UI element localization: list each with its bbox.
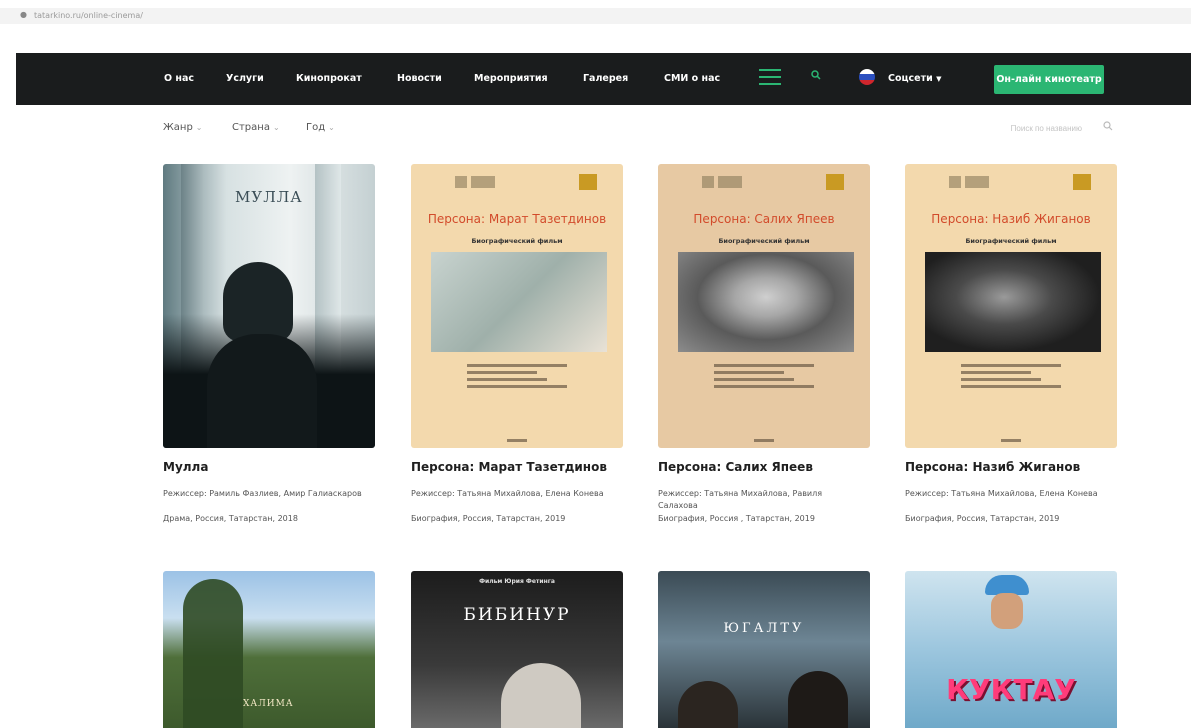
chevron-down-icon: ⌄ <box>272 123 280 132</box>
genre-label: Жанр <box>163 122 193 133</box>
poster-credits <box>961 364 1061 392</box>
chevron-down-icon: ▼ <box>936 75 942 83</box>
poster-title: МУЛЛА <box>235 188 303 206</box>
year-label: Год <box>306 122 326 133</box>
poster-year <box>754 439 774 442</box>
film-poster[interactable]: Персона: Назиб Жиганов Биографический фи… <box>905 164 1117 448</box>
poster-photo <box>925 252 1101 352</box>
film-meta: Драма, Россия, Татарстан, 2018 <box>163 514 298 523</box>
poster-year <box>507 439 527 442</box>
main-navigation: О нас Услуги Кинопрокат Новости Мероприя… <box>16 53 1191 105</box>
film-title[interactable]: Персона: Салих Япеев <box>658 460 813 474</box>
language-flag-icon[interactable] <box>859 69 875 85</box>
nav-item-distribution[interactable]: Кинопрокат <box>296 73 362 84</box>
studio-logo-icon <box>455 176 495 188</box>
film-director: Режиссер: Татьяна Михайлова, Елена Конев… <box>411 489 604 498</box>
search-icon[interactable] <box>811 70 821 80</box>
search-icon[interactable] <box>1103 121 1113 131</box>
film-title[interactable]: Мулла <box>163 460 208 474</box>
film-poster[interactable]: ХАЛИМА <box>163 571 375 728</box>
chevron-down-icon: ⌄ <box>328 123 335 132</box>
film-meta: Биография, Россия, Татарстан, 2019 <box>411 514 566 523</box>
film-poster[interactable]: МУЛЛА <box>163 164 375 448</box>
nav-item-events[interactable]: Мероприятия <box>474 73 548 84</box>
film-director: Режиссер: Рамиль Фазлиев, Амир Галиаскар… <box>163 489 362 498</box>
poster-photo <box>431 252 607 352</box>
poster-title: КУКТАУ <box>946 673 1076 706</box>
socials-label: Соцсети <box>888 73 933 84</box>
poster-subtitle: Биографический фильм <box>718 237 810 245</box>
tatarkino-logo-icon <box>579 174 597 190</box>
country-label: Страна <box>232 122 270 133</box>
nav-item-services[interactable]: Услуги <box>226 73 264 84</box>
address-bar[interactable] <box>0 8 1191 24</box>
year-filter[interactable]: Год ⌄ <box>306 122 335 133</box>
address-url[interactable]: tatarkino.ru/online-cinema/ <box>34 11 143 20</box>
hamburger-menu-icon[interactable] <box>759 69 781 85</box>
studio-logo-icon <box>702 176 742 188</box>
tatarkino-logo-icon <box>826 174 844 190</box>
nav-item-gallery[interactable]: Галерея <box>583 73 628 84</box>
poster-subtitle: Биографический фильм <box>965 237 1057 245</box>
search-input[interactable] <box>960 118 1084 138</box>
film-poster[interactable]: ЮГАЛТУ <box>658 571 870 728</box>
nav-item-about[interactable]: О нас <box>164 73 194 84</box>
socials-dropdown[interactable]: Соцсети ▼ <box>888 73 941 84</box>
poster-title: ХАЛИМА <box>243 699 294 709</box>
film-meta: Биография, Россия, Татарстан, 2019 <box>905 514 1060 523</box>
poster-credits <box>714 364 814 392</box>
film-title[interactable]: Персона: Марат Тазетдинов <box>411 460 607 474</box>
chevron-down-icon: ⌄ <box>195 123 203 132</box>
info-icon[interactable]: ● <box>20 10 30 20</box>
poster-title: Персона: Марат Тазетдинов <box>427 212 607 226</box>
poster-year <box>1001 439 1021 442</box>
nav-item-media[interactable]: СМИ о нас <box>664 73 720 84</box>
film-director: Режиссер: Татьяна Михайлова, Елена Конев… <box>905 489 1098 498</box>
poster-title: ЮГАЛТУ <box>723 621 805 636</box>
country-filter[interactable]: Страна ⌄ <box>232 122 280 133</box>
poster-title: БИБИНУР <box>463 605 571 625</box>
film-poster[interactable]: Фильм Юрия Фетинга БИБИНУР <box>411 571 623 728</box>
poster-top-line: Фильм Юрия Фетинга <box>479 578 555 585</box>
nav-item-news[interactable]: Новости <box>397 73 442 84</box>
poster-title: Персона: Салих Япеев <box>693 212 835 226</box>
poster-title: Персона: Назиб Жиганов <box>931 212 1091 226</box>
film-title[interactable]: Персона: Назиб Жиганов <box>905 460 1080 474</box>
film-poster[interactable]: Персона: Марат Тазетдинов Биографический… <box>411 164 623 448</box>
online-cinema-button[interactable]: Он-лайн кинотеатр <box>994 65 1104 94</box>
film-meta: Биография, Россия , Татарстан, 2019 <box>658 514 815 523</box>
genre-filter[interactable]: Жанр ⌄ <box>163 122 203 133</box>
film-poster[interactable]: Персона: Салих Япеев Биографический филь… <box>658 164 870 448</box>
studio-logo-icon <box>949 176 989 188</box>
film-director: Режиссер: Татьяна Михайлова, Равиля Сала… <box>658 489 823 510</box>
film-poster[interactable]: КУКТАУ <box>905 571 1117 728</box>
poster-credits <box>467 364 567 392</box>
tatarkino-logo-icon <box>1073 174 1091 190</box>
poster-photo <box>678 252 854 352</box>
poster-subtitle: Биографический фильм <box>471 237 563 245</box>
